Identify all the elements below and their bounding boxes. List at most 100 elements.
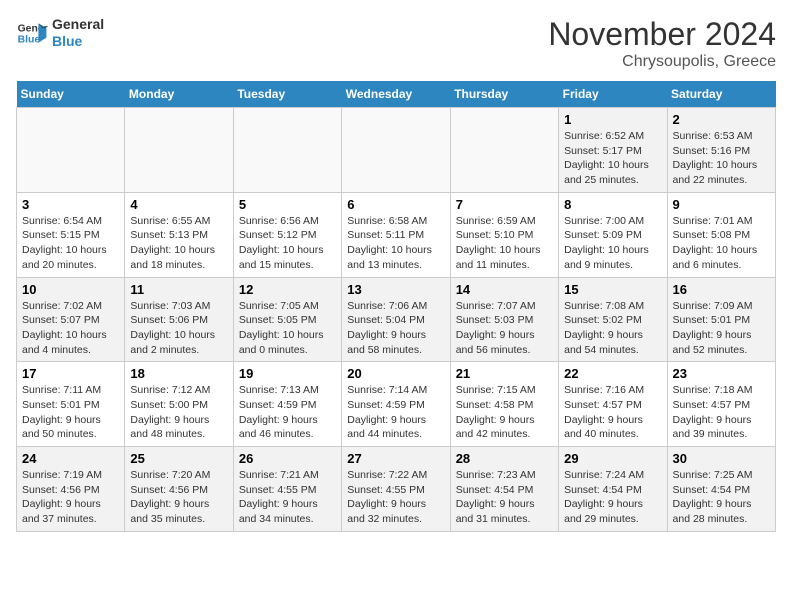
day-number: 26: [239, 451, 336, 466]
title-section: November 2024 Chrysoupolis, Greece: [548, 16, 776, 71]
calendar-cell: 17Sunrise: 7:11 AM Sunset: 5:01 PM Dayli…: [17, 362, 125, 447]
day-number: 19: [239, 366, 336, 381]
calendar-cell: 12 Sunrise: 7:05 AM Sunset: 5:05 PM Dayli…: [233, 277, 341, 362]
day-number: 9: [673, 197, 770, 212]
logo: General Blue General Blue: [16, 16, 104, 50]
day-info: Sunrise: 7:25 AM Sunset: 4:54 PM Dayligh…: [673, 468, 770, 527]
day-info: Sunrise: 7:14 AM Sunset: 4:59 PM Dayligh…: [347, 383, 444, 442]
calendar-week-2: 3 Sunrise: 6:54 AM Sunset: 5:15 PM Daylig…: [17, 192, 776, 277]
day-info: Sunrise: 7:16 AM Sunset: 4:57 PM Dayligh…: [564, 383, 661, 442]
calendar-cell: [233, 108, 341, 193]
day-info: Sunrise: 7:07 AM Sunset: 5:03 PM Dayligh…: [456, 299, 553, 358]
day-number: 16: [673, 282, 770, 297]
day-info: Sunrise: 7:19 AM Sunset: 4:56 PM Dayligh…: [22, 468, 119, 527]
calendar-cell: 8 Sunrise: 7:00 AM Sunset: 5:09 PM Daylig…: [559, 192, 667, 277]
day-number: 18: [130, 366, 227, 381]
calendar-cell: 15Sunrise: 7:08 AM Sunset: 5:02 PM Dayli…: [559, 277, 667, 362]
header: General Blue General Blue November 2024 …: [16, 16, 776, 71]
day-info: Sunrise: 7:03 AM Sunset: 5:06 PM Dayligh…: [130, 299, 227, 358]
day-info: Sunrise: 7:02 AM Sunset: 5:07 PM Dayligh…: [22, 299, 119, 358]
day-info: Sunrise: 7:21 AM Sunset: 4:55 PM Dayligh…: [239, 468, 336, 527]
day-number: 11: [130, 282, 227, 297]
calendar-cell: 14 Sunrise: 7:07 AM Sunset: 5:03 PM Dayli…: [450, 277, 558, 362]
day-info: Sunrise: 7:12 AM Sunset: 5:00 PM Dayligh…: [130, 383, 227, 442]
calendar-week-5: 24 Sunrise: 7:19 AM Sunset: 4:56 PM Dayli…: [17, 447, 776, 532]
calendar-cell: 26 Sunrise: 7:21 AM Sunset: 4:55 PM Dayli…: [233, 447, 341, 532]
day-info: Sunrise: 7:18 AM Sunset: 4:57 PM Dayligh…: [673, 383, 770, 442]
day-number: 17: [22, 366, 119, 381]
location-title: Chrysoupolis, Greece: [548, 53, 776, 71]
day-number: 28: [456, 451, 553, 466]
calendar-cell: 5Sunrise: 6:56 AM Sunset: 5:12 PM Daylig…: [233, 192, 341, 277]
day-info: Sunrise: 6:58 AM Sunset: 5:11 PM Dayligh…: [347, 214, 444, 273]
day-info: Sunrise: 6:55 AM Sunset: 5:13 PM Dayligh…: [130, 214, 227, 273]
day-number: 2: [673, 112, 770, 127]
weekday-header-friday: Friday: [559, 81, 667, 108]
logo-general: General: [52, 16, 104, 33]
weekday-header-monday: Monday: [125, 81, 233, 108]
day-info: Sunrise: 6:59 AM Sunset: 5:10 PM Dayligh…: [456, 214, 553, 273]
day-number: 10: [22, 282, 119, 297]
calendar-cell: [342, 108, 450, 193]
calendar-table: SundayMondayTuesdayWednesdayThursdayFrid…: [16, 81, 776, 532]
calendar-cell: 19 Sunrise: 7:13 AM Sunset: 4:59 PM Dayli…: [233, 362, 341, 447]
logo-icon: General Blue: [16, 17, 48, 49]
day-number: 24: [22, 451, 119, 466]
calendar-week-3: 10 Sunrise: 7:02 AM Sunset: 5:07 PM Dayli…: [17, 277, 776, 362]
weekday-header-row: SundayMondayTuesdayWednesdayThursdayFrid…: [17, 81, 776, 108]
day-number: 15: [564, 282, 661, 297]
day-number: 29: [564, 451, 661, 466]
day-number: 23: [673, 366, 770, 381]
calendar-cell: 1Sunrise: 6:52 AM Sunset: 5:17 PM Daylig…: [559, 108, 667, 193]
day-number: 12: [239, 282, 336, 297]
svg-text:Blue: Blue: [18, 34, 41, 45]
day-number: 13: [347, 282, 444, 297]
day-info: Sunrise: 6:53 AM Sunset: 5:16 PM Dayligh…: [673, 129, 770, 188]
calendar-cell: 18 Sunrise: 7:12 AM Sunset: 5:00 PM Dayli…: [125, 362, 233, 447]
calendar-cell: 9 Sunrise: 7:01 AM Sunset: 5:08 PM Daylig…: [667, 192, 775, 277]
month-title: November 2024: [548, 16, 776, 53]
day-number: 4: [130, 197, 227, 212]
day-number: 3: [22, 197, 119, 212]
day-number: 7: [456, 197, 553, 212]
calendar-cell: 2 Sunrise: 6:53 AM Sunset: 5:16 PM Daylig…: [667, 108, 775, 193]
calendar-week-4: 17Sunrise: 7:11 AM Sunset: 5:01 PM Dayli…: [17, 362, 776, 447]
weekday-header-thursday: Thursday: [450, 81, 558, 108]
day-number: 30: [673, 451, 770, 466]
day-info: Sunrise: 7:22 AM Sunset: 4:55 PM Dayligh…: [347, 468, 444, 527]
weekday-header-tuesday: Tuesday: [233, 81, 341, 108]
day-number: 14: [456, 282, 553, 297]
calendar-cell: [17, 108, 125, 193]
logo-blue: Blue: [52, 33, 104, 50]
calendar-cell: 22 Sunrise: 7:16 AM Sunset: 4:57 PM Dayli…: [559, 362, 667, 447]
calendar-cell: 27 Sunrise: 7:22 AM Sunset: 4:55 PM Dayli…: [342, 447, 450, 532]
calendar-cell: 30 Sunrise: 7:25 AM Sunset: 4:54 PM Dayli…: [667, 447, 775, 532]
calendar-cell: 3 Sunrise: 6:54 AM Sunset: 5:15 PM Daylig…: [17, 192, 125, 277]
calendar-week-1: 1Sunrise: 6:52 AM Sunset: 5:17 PM Daylig…: [17, 108, 776, 193]
day-number: 8: [564, 197, 661, 212]
calendar-cell: 10 Sunrise: 7:02 AM Sunset: 5:07 PM Dayli…: [17, 277, 125, 362]
weekday-header-sunday: Sunday: [17, 81, 125, 108]
day-number: 21: [456, 366, 553, 381]
day-info: Sunrise: 7:20 AM Sunset: 4:56 PM Dayligh…: [130, 468, 227, 527]
day-number: 20: [347, 366, 444, 381]
day-number: 6: [347, 197, 444, 212]
day-number: 27: [347, 451, 444, 466]
calendar-cell: [450, 108, 558, 193]
calendar-cell: 24 Sunrise: 7:19 AM Sunset: 4:56 PM Dayli…: [17, 447, 125, 532]
day-info: Sunrise: 6:52 AM Sunset: 5:17 PM Dayligh…: [564, 129, 661, 188]
day-info: Sunrise: 7:05 AM Sunset: 5:05 PM Dayligh…: [239, 299, 336, 358]
day-info: Sunrise: 6:54 AM Sunset: 5:15 PM Dayligh…: [22, 214, 119, 273]
day-number: 5: [239, 197, 336, 212]
calendar-cell: 11 Sunrise: 7:03 AM Sunset: 5:06 PM Dayli…: [125, 277, 233, 362]
day-info: Sunrise: 7:13 AM Sunset: 4:59 PM Dayligh…: [239, 383, 336, 442]
day-info: Sunrise: 7:15 AM Sunset: 4:58 PM Dayligh…: [456, 383, 553, 442]
day-info: Sunrise: 7:00 AM Sunset: 5:09 PM Dayligh…: [564, 214, 661, 273]
calendar-cell: 23 Sunrise: 7:18 AM Sunset: 4:57 PM Dayli…: [667, 362, 775, 447]
day-info: Sunrise: 7:01 AM Sunset: 5:08 PM Dayligh…: [673, 214, 770, 273]
day-info: Sunrise: 7:23 AM Sunset: 4:54 PM Dayligh…: [456, 468, 553, 527]
day-number: 25: [130, 451, 227, 466]
day-info: Sunrise: 7:24 AM Sunset: 4:54 PM Dayligh…: [564, 468, 661, 527]
calendar-cell: 28 Sunrise: 7:23 AM Sunset: 4:54 PM Dayli…: [450, 447, 558, 532]
day-number: 22: [564, 366, 661, 381]
